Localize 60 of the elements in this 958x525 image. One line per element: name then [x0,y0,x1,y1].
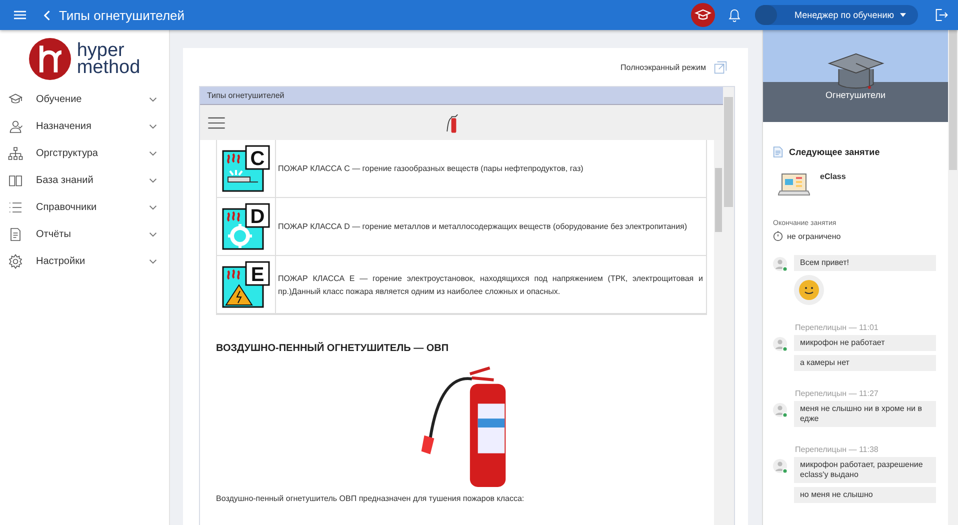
chevron-down-icon [149,205,157,210]
scrollbar[interactable] [948,30,958,525]
user-avatar-icon [773,403,787,418]
page-title: Типы огнетушителей [59,8,185,22]
logout-icon[interactable] [934,8,948,22]
graduation-cap-icon[interactable] [690,3,715,27]
user-menu-button[interactable]: Менеджер по обучению [754,5,918,25]
chevron-down-icon [149,151,157,156]
logo-mark-icon [28,38,71,80]
sidebar-item[interactable]: Оргструктура [0,140,169,167]
chat-message: Всем привет! [794,255,936,271]
chat-message: но меня не слышно [794,487,936,503]
fire-class-description: ПОЖАР КЛАССА C — горение газообразных веществ (пары нефтепродуктов, газ) [277,163,584,175]
sidebar-item[interactable]: База знаний [0,167,169,194]
caret-icon [900,13,906,17]
sidebar-item[interactable]: Справочники [0,194,169,221]
fullscreen-label: Полноэкранный режим [620,62,706,72]
section-title: Следующее занятие [789,147,880,157]
chat-message: микрофон работает, разрешение eclass'у выдано [794,457,936,483]
user-avatar-icon [773,257,787,272]
fire-class-description: ПОЖАР КЛАССА E — горение электроустановок, находящихся под напряжением (ТРК, электрощитовая и пр.)Данный класс пожара является одним из наиболее сложных и опасных. [277,272,704,298]
chat-message: а камеры нет [794,355,936,371]
sidebar-item[interactable]: Отчёты [0,221,169,248]
menu-item-icon [8,146,23,161]
user-avatar-icon [773,337,787,352]
chevron-down-icon [149,259,157,264]
logo-text: hyper [76,42,124,59]
sidebar-item[interactable]: Назначения [0,113,169,140]
document-icon [773,146,783,158]
course-title: Огнетушители [826,90,886,100]
menu-item-icon [8,173,23,188]
sidebar-item[interactable]: Обучение [0,86,169,113]
bell-icon[interactable] [728,8,741,22]
scrollbar[interactable] [723,87,734,525]
menu-item-icon [8,200,23,215]
paragraph: Воздушно-пенный огнетушитель ОВП предназначен для тушения пожаров класса: [216,494,526,503]
message-author-time: Перепелицын — 11:01 [795,323,880,332]
chevron-down-icon [149,178,157,183]
chevron-down-icon [149,124,157,129]
user-avatar-icon [773,459,787,474]
menu-item-icon [8,254,23,269]
chevron-down-icon [149,97,157,102]
laptop-icon [778,172,810,198]
menu-item-icon [8,227,23,242]
timer-icon [773,231,783,241]
menu-item-icon [8,119,23,134]
sidebar-item[interactable]: Настройки [0,248,169,275]
end-value: не ограничено [787,232,841,240]
message-author-time: Перепелицын — 11:27 [795,389,880,398]
message-author-time: Перепелицын — 11:38 [795,445,880,454]
smiley-icon [794,275,824,305]
section-heading: ВОЗДУШНО-ПЕННЫЙ ОГНЕТУШИТЕЛЬ — ОВП [216,343,450,354]
chat-message: микрофон не работает [794,335,936,351]
menu-icon[interactable] [208,116,225,128]
lesson-item[interactable]: eClass [778,172,936,198]
chevron-down-icon [149,232,157,237]
frame-title: Типы огнетушителей [200,87,723,105]
fire-class-description: ПОЖАР КЛАССА D — горение металлов и металлосодержащих веществ (оборудование без электропитания) [277,221,688,233]
logo-text: method [76,59,140,76]
chat-message: меня не слышно ни в хроме ни в едже [794,401,936,427]
